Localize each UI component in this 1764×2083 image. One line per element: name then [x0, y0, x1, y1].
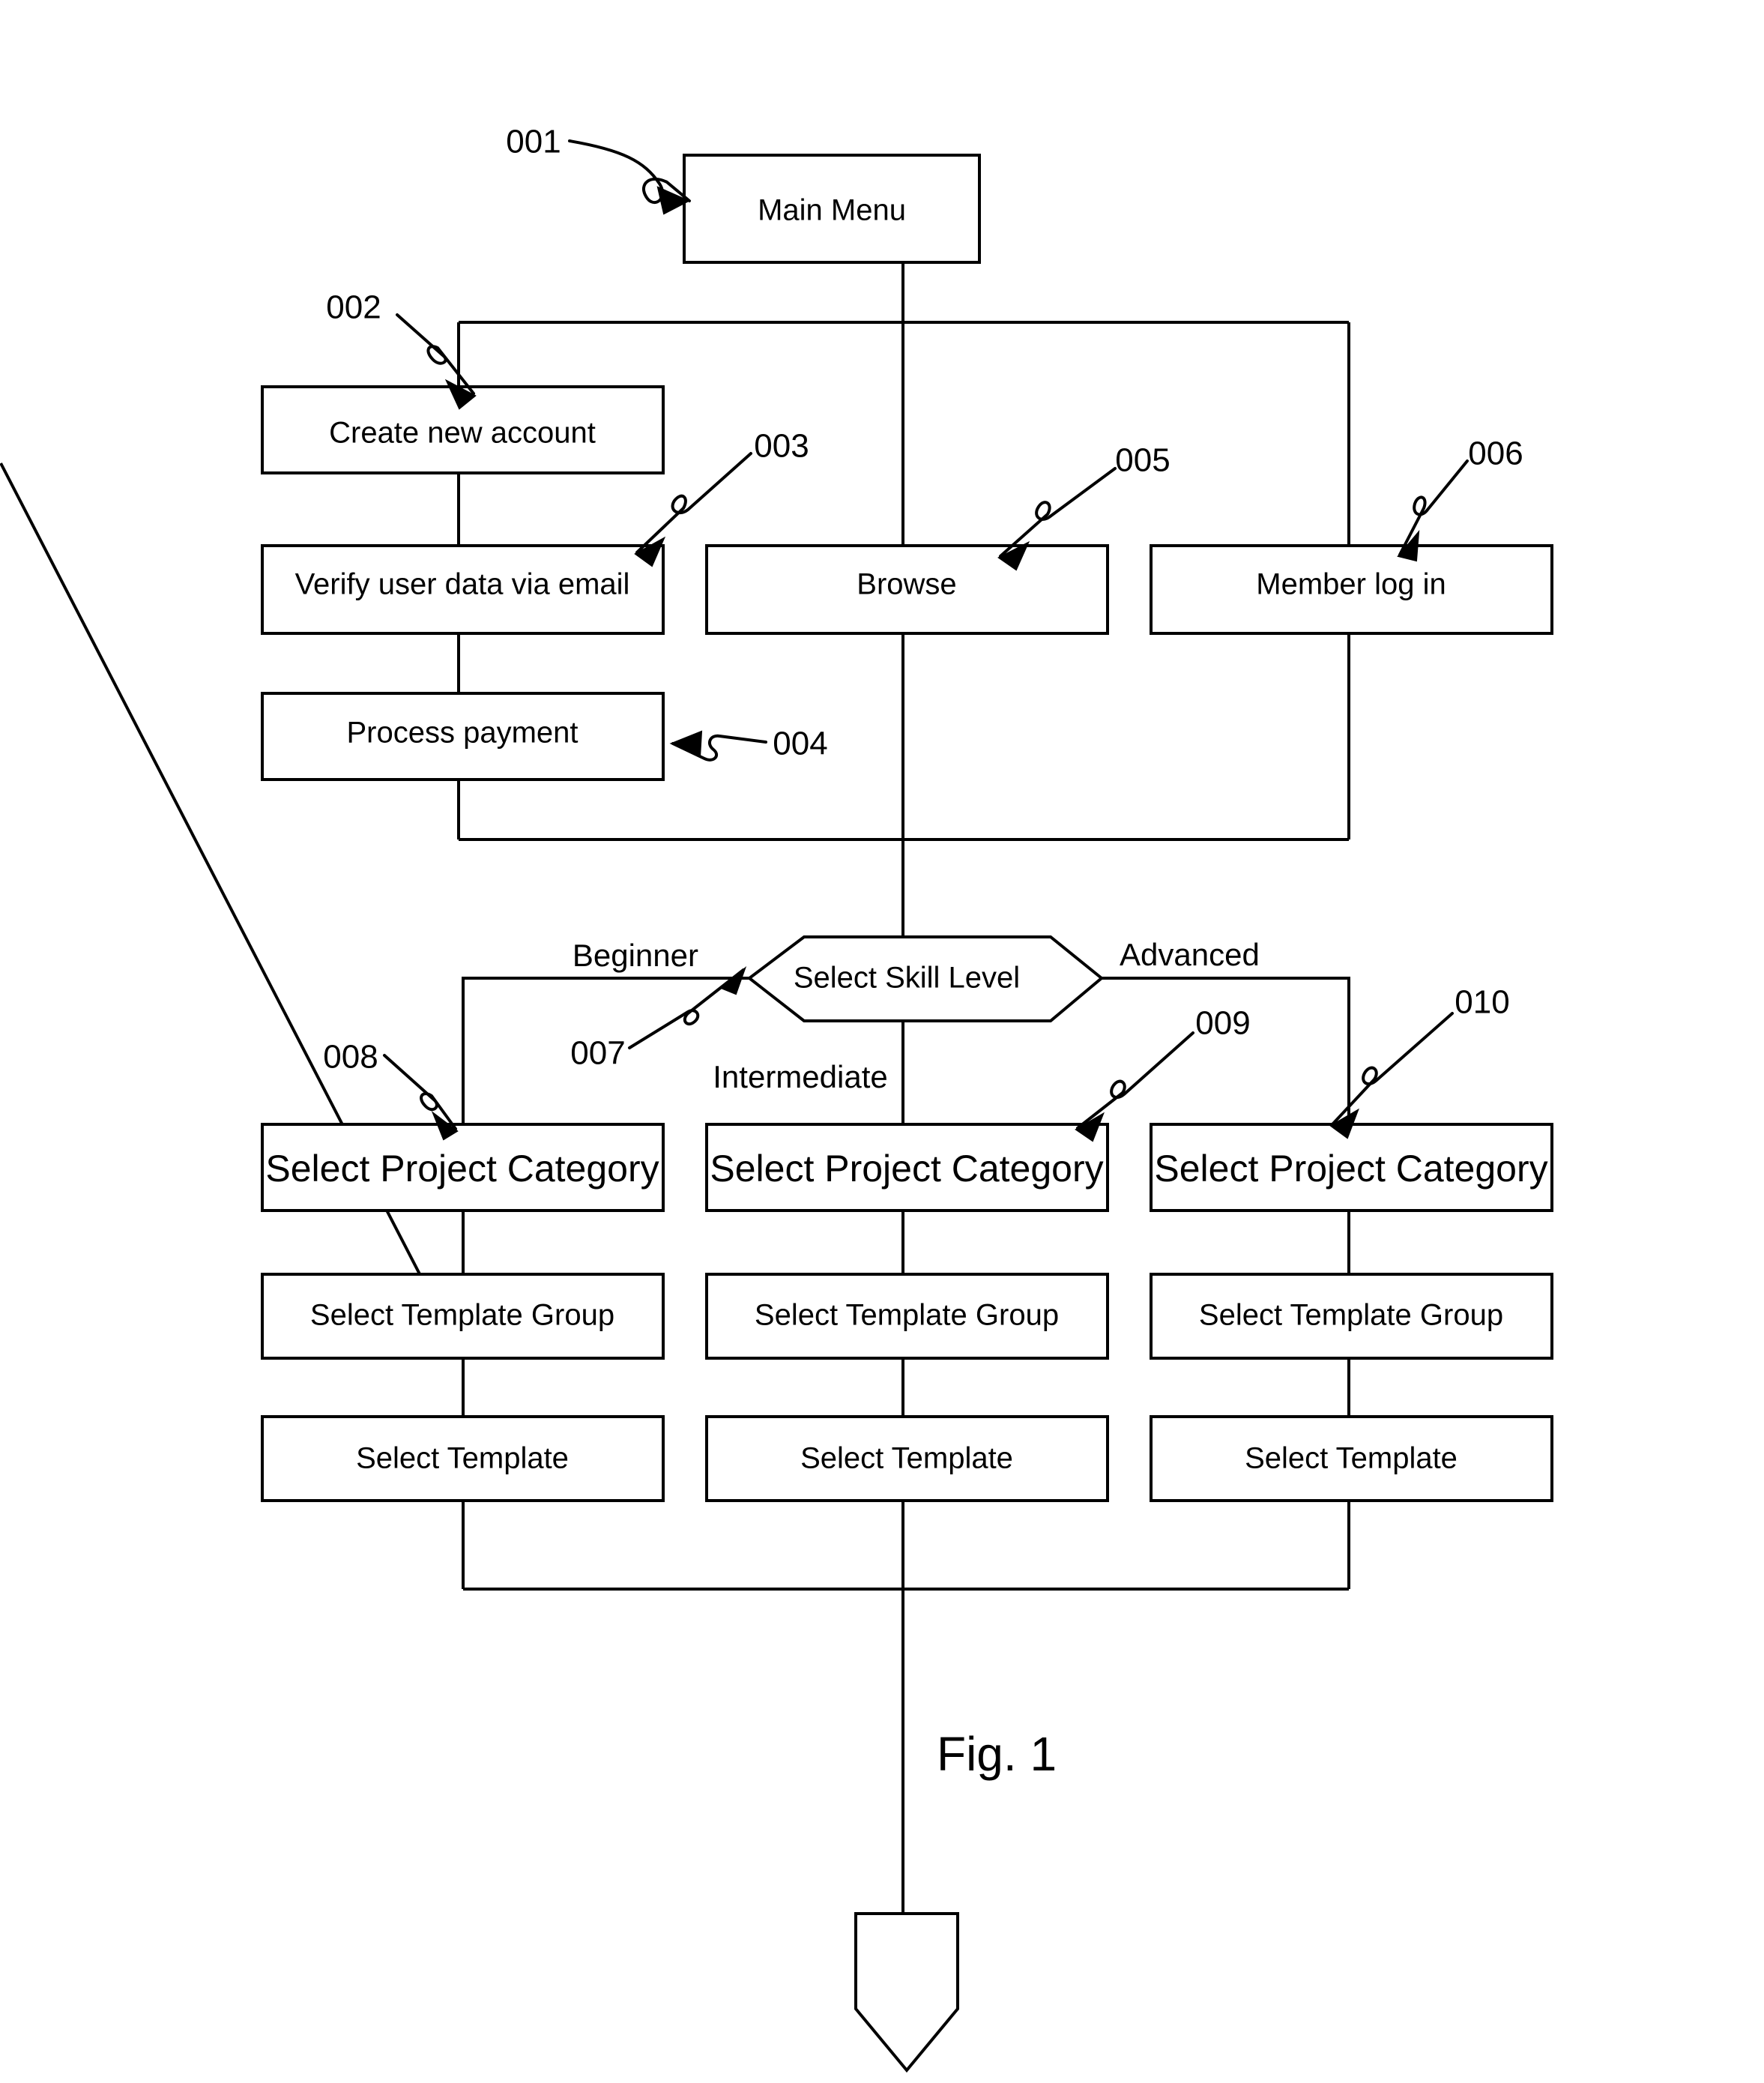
lead-line-009: [1076, 1031, 1194, 1130]
ref-numeral-006: 006: [1468, 435, 1523, 472]
ref-numeral-009: 009: [1195, 1005, 1250, 1042]
node-select-project-category-advanced-label: Select Project Category: [1154, 1148, 1547, 1190]
node-verify-user-data-label: Verify user data via email: [295, 568, 630, 601]
node-select-template-group-beginner-label: Select Template Group: [310, 1299, 614, 1332]
node-select-template-beginner-label: Select Template: [356, 1442, 569, 1475]
off-page-connector-icon: [854, 1912, 959, 2073]
branch-label-beginner: Beginner: [573, 938, 698, 973]
lead-arrowhead-007: [719, 965, 747, 995]
patent-figure-page: Main Menu Create new account Verify user…: [0, 0, 1764, 2083]
node-select-project-category-intermediate-label: Select Project Category: [710, 1148, 1103, 1190]
ref-numeral-007: 007: [570, 1035, 625, 1072]
lead-line-002: [396, 313, 475, 395]
figure-caption: Fig. 1: [937, 1727, 1057, 1781]
ref-numeral-003: 003: [754, 428, 809, 465]
node-process-payment-label: Process payment: [346, 717, 578, 750]
node-select-template-advanced-label: Select Template: [1245, 1442, 1458, 1475]
lead-line-005: [999, 467, 1117, 558]
flowchart-figure: Main Menu Create new account Verify user…: [0, 124, 1553, 2073]
flowline-skill-advanced: [1102, 977, 1350, 1124]
lead-arrowhead-004: [669, 730, 703, 759]
ref-numeral-010: 010: [1455, 984, 1509, 1021]
branch-label-advanced: Advanced: [1120, 937, 1260, 972]
ref-numeral-004: 004: [773, 726, 827, 762]
node-select-template-intermediate-label: Select Template: [800, 1442, 1013, 1475]
node-select-template-group-advanced-label: Select Template Group: [1199, 1299, 1503, 1332]
ref-numeral-001: 001: [506, 124, 561, 160]
node-browse-label: Browse: [857, 568, 956, 601]
lead-line-007: [628, 968, 745, 1049]
branch-label-intermediate: Intermediate: [713, 1059, 887, 1094]
node-select-template-group-intermediate-label: Select Template Group: [755, 1299, 1059, 1332]
ref-numeral-005: 005: [1115, 442, 1170, 479]
node-create-new-account-label: Create new account: [329, 417, 596, 450]
node-member-log-in-label: Member log in: [1256, 568, 1446, 601]
ref-numeral-002: 002: [326, 289, 381, 326]
lead-line-006: [1398, 459, 1469, 556]
node-main-menu-label: Main Menu: [758, 194, 906, 227]
lead-line-008: [383, 1054, 457, 1130]
node-select-skill-level-label: Select Skill Level: [794, 962, 1020, 995]
node-select-project-category-beginner-label: Select Project Category: [265, 1148, 659, 1190]
ref-numeral-008: 008: [323, 1039, 378, 1076]
